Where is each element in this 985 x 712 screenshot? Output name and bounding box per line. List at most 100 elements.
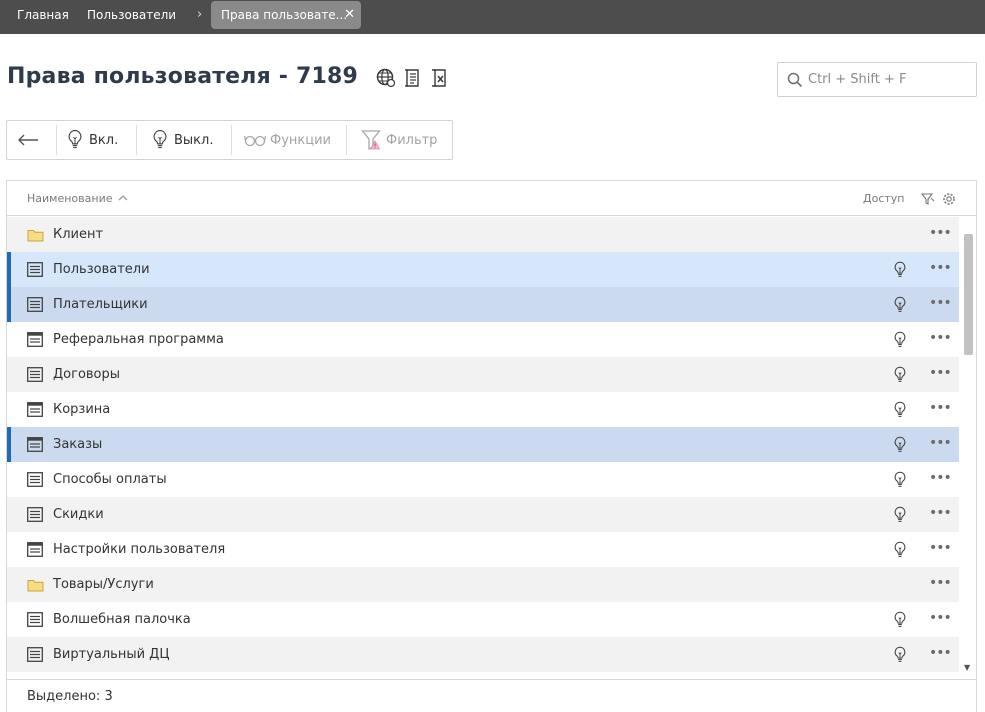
tab-user-rights-label: Права пользовате...	[221, 8, 348, 22]
table-row[interactable]: Скидки •••	[7, 497, 959, 532]
folder-icon	[27, 577, 44, 596]
table-row[interactable]: Договоры •••	[7, 357, 959, 392]
enable-label: Вкл.	[89, 132, 119, 148]
more-actions-button[interactable]: •••	[929, 462, 952, 495]
column-header-access[interactable]: Доступ	[863, 181, 904, 216]
form-icon	[27, 332, 43, 351]
breadcrumb-home[interactable]: Главная	[17, 0, 69, 30]
tab-bar: Главная Пользователи › Права пользовате.…	[0, 0, 985, 34]
list-icon	[27, 297, 43, 316]
table-row[interactable]: Настройки пользователя •••	[7, 532, 959, 567]
access-lightbulb-icon[interactable]	[893, 436, 907, 458]
page-title: Права пользователя - 7189	[7, 64, 359, 89]
access-lightbulb-icon[interactable]	[893, 541, 907, 563]
row-label: Пользователи	[53, 262, 150, 277]
back-button[interactable]	[17, 121, 45, 159]
table-row[interactable]: Реферальная программа •••	[7, 322, 959, 357]
selected-count: Выделено: 3	[27, 689, 113, 704]
more-actions-button[interactable]: •••	[929, 252, 952, 285]
document-list-icon[interactable]	[403, 68, 423, 88]
table-footer: Выделено: 3	[7, 679, 976, 712]
functions-button[interactable]: Функции	[244, 121, 331, 159]
filter-warning-icon	[361, 130, 381, 151]
lightbulb-icon	[68, 129, 82, 149]
more-actions-button[interactable]: •••	[929, 602, 952, 635]
access-lightbulb-icon[interactable]	[893, 471, 907, 493]
table-row[interactable]: Плательщики •••	[7, 287, 959, 322]
more-actions-button[interactable]: •••	[929, 532, 952, 565]
disable-label: Выкл.	[174, 132, 214, 148]
more-actions-button[interactable]: •••	[929, 322, 952, 355]
settings-icon[interactable]	[942, 191, 956, 210]
form-icon	[27, 437, 43, 456]
row-label: Волшебная палочка	[53, 612, 191, 627]
form-icon	[27, 542, 43, 561]
filter-label: Фильтр	[386, 132, 438, 148]
breadcrumb-users[interactable]: Пользователи	[87, 0, 176, 30]
row-label: Настройки пользователя	[53, 542, 226, 557]
access-lightbulb-icon[interactable]	[893, 646, 907, 668]
column-header-name[interactable]: Наименование	[27, 181, 128, 216]
chevron-right-icon: ›	[197, 7, 203, 22]
scroll-down-icon[interactable]: ▼	[964, 663, 970, 672]
access-lightbulb-icon[interactable]	[893, 261, 907, 283]
more-actions-button[interactable]: •••	[929, 637, 952, 670]
row-label: Корзина	[53, 402, 111, 417]
table-header: Наименование Доступ	[7, 181, 976, 216]
scrollbar[interactable]: ▼	[960, 217, 976, 674]
column-filter-icon[interactable]	[920, 191, 935, 210]
access-lightbulb-icon[interactable]	[893, 331, 907, 353]
row-label: Договоры	[53, 367, 121, 382]
access-lightbulb-icon[interactable]	[893, 401, 907, 423]
sort-asc-icon	[118, 195, 128, 201]
more-actions-button[interactable]: •••	[929, 427, 952, 460]
table-row[interactable]: Клиент •••	[7, 217, 959, 252]
table-row[interactable]: Пользователи •••	[7, 252, 959, 287]
toolbar-divider	[346, 125, 347, 155]
access-lightbulb-icon[interactable]	[893, 296, 907, 318]
table-row[interactable]: Способы оплаты •••	[7, 462, 959, 497]
selection-marker	[7, 287, 11, 322]
tab-user-rights[interactable]: Права пользовате... ✕	[211, 1, 361, 29]
row-label: Реферальная программа	[53, 332, 224, 347]
lightbulb-off-icon	[153, 129, 167, 149]
table-row[interactable]: Товары/Услуги •••	[7, 567, 959, 602]
arrow-left-icon	[18, 134, 38, 146]
access-lightbulb-icon[interactable]	[893, 366, 907, 388]
list-icon	[27, 367, 43, 386]
form-icon	[27, 402, 43, 421]
more-actions-button[interactable]: •••	[929, 357, 952, 390]
table-row[interactable]: Волшебная палочка •••	[7, 602, 959, 637]
rights-table: Наименование Доступ Клиент ••• Пользовател…	[6, 180, 977, 712]
close-icon[interactable]: ✕	[344, 1, 355, 29]
row-label: Плательщики	[53, 297, 148, 312]
search-input[interactable]	[808, 63, 973, 96]
table-row[interactable]: Заказы •••	[7, 427, 959, 462]
row-label: Товары/Услуги	[53, 577, 154, 592]
access-lightbulb-icon[interactable]	[893, 506, 907, 528]
row-label: Способы оплаты	[53, 472, 167, 487]
disable-button[interactable]: Выкл.	[152, 121, 213, 159]
more-actions-button[interactable]: •••	[929, 392, 952, 425]
globe-icon[interactable]	[376, 68, 396, 88]
row-label: Виртуальный ДЦ	[53, 647, 170, 662]
list-icon	[27, 612, 43, 631]
table-row[interactable]: Корзина •••	[7, 392, 959, 427]
table-body: Клиент ••• Пользователи ••• Плательщики ••• Ре…	[7, 217, 959, 672]
row-label: Скидки	[53, 507, 104, 522]
more-actions-button[interactable]: •••	[929, 287, 952, 320]
table-row[interactable]: Виртуальный ДЦ •••	[7, 637, 959, 672]
row-label: Заказы	[53, 437, 103, 452]
search-box	[777, 62, 977, 97]
list-icon	[27, 472, 43, 491]
more-actions-button[interactable]: •••	[929, 567, 952, 600]
excel-export-icon[interactable]	[430, 68, 450, 88]
more-actions-button[interactable]: •••	[929, 497, 952, 530]
filter-button[interactable]: Фильтр	[361, 121, 437, 159]
selection-marker	[7, 252, 11, 287]
access-lightbulb-icon[interactable]	[893, 611, 907, 633]
list-icon	[27, 647, 43, 666]
more-actions-button[interactable]: •••	[929, 217, 952, 250]
scrollbar-thumb[interactable]	[964, 234, 973, 355]
enable-button[interactable]: Вкл.	[67, 121, 118, 159]
